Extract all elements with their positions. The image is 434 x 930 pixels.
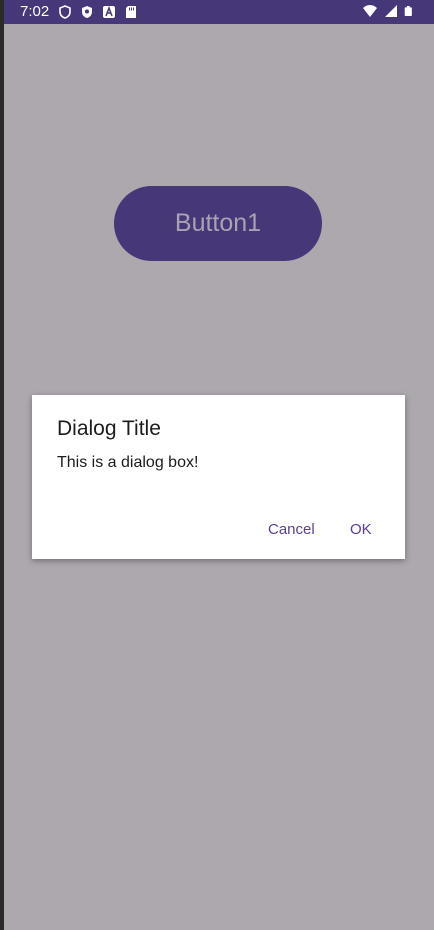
battery-icon xyxy=(404,6,412,16)
status-bar: 7:02 xyxy=(4,0,434,24)
app-screen: 7:02 Button1 Dialog Title This is a dial… xyxy=(4,0,434,930)
dialog-title: Dialog Title xyxy=(57,417,161,440)
ok-button[interactable]: OK xyxy=(350,521,372,538)
dialog-message: This is a dialog box! xyxy=(57,454,199,471)
status-icons-right xyxy=(362,4,414,18)
cellular-signal-icon xyxy=(385,5,397,17)
play-protect-icon xyxy=(82,6,92,18)
cancel-button[interactable]: Cancel xyxy=(268,521,315,538)
a-badge-icon xyxy=(103,5,115,18)
status-icons-left xyxy=(58,5,138,19)
vpn-shield-icon xyxy=(59,5,71,19)
button1[interactable]: Button1 xyxy=(114,186,322,261)
status-time: 7:02 xyxy=(20,3,50,20)
wifi-icon xyxy=(363,5,377,17)
alert-dialog: Dialog Title This is a dialog box! Cance… xyxy=(32,395,405,559)
sd-card-icon xyxy=(126,6,136,18)
